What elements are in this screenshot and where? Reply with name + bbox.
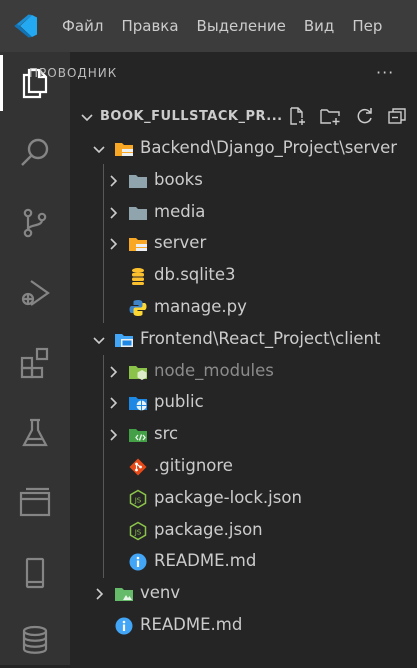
folder-server-icon <box>114 139 134 159</box>
menu-edit[interactable]: Правка <box>112 17 187 35</box>
folder-public-icon <box>128 393 148 413</box>
menu-go[interactable]: Пер <box>343 17 391 35</box>
chevron-right-icon[interactable] <box>106 428 120 442</box>
tree-item-label: public <box>154 392 204 412</box>
title-bar: Файл Правка Выделение Вид Пер <box>0 0 417 52</box>
folder-server-icon <box>128 234 148 254</box>
chevron-down-icon[interactable] <box>80 110 94 124</box>
more-actions-icon[interactable]: ··· <box>376 63 394 82</box>
refresh-icon[interactable] <box>354 104 376 128</box>
folder-node-icon <box>128 362 148 382</box>
nodejs-file-icon: JS <box>128 521 148 541</box>
menu-file[interactable]: Файл <box>52 17 112 35</box>
tree-item-label: books <box>154 169 203 189</box>
git-file-icon <box>128 457 148 477</box>
vscode-logo-icon <box>0 0 52 52</box>
tree-item[interactable]: .gitignore <box>70 451 417 483</box>
info-file-icon <box>128 552 148 572</box>
activity-bar <box>0 52 70 665</box>
tree-item[interactable]: server <box>70 228 417 260</box>
tree-item[interactable]: README.md <box>70 610 417 642</box>
tree-item[interactable]: JS package.json <box>70 515 417 547</box>
explorer-header: ПРОВОДНИК <box>29 66 118 80</box>
tree-item[interactable]: manage.py <box>70 292 417 324</box>
tree-item-label: package.json <box>154 519 263 539</box>
chevron-right-icon[interactable] <box>106 396 120 410</box>
device-icon[interactable] <box>0 545 70 601</box>
python-file-icon <box>128 298 148 318</box>
tree-item-label: media <box>154 201 206 221</box>
tree-item[interactable]: JS package-lock.json <box>70 483 417 515</box>
tree-item-label: README.md <box>140 615 243 634</box>
menu-selection[interactable]: Выделение <box>188 17 295 35</box>
chevron-down-icon[interactable] <box>92 142 106 156</box>
tree-item-label: package-lock.json <box>154 487 302 507</box>
tree-item[interactable]: node_modules <box>70 356 417 388</box>
testing-icon[interactable] <box>0 405 70 461</box>
svg-text:JS: JS <box>134 496 142 504</box>
tree-item-label: .gitignore <box>154 456 233 475</box>
menu-view[interactable]: Вид <box>295 17 343 35</box>
search-icon[interactable] <box>0 125 70 181</box>
new-file-icon[interactable] <box>286 104 308 128</box>
folder-venv-icon <box>114 584 134 604</box>
folder-icon <box>128 171 148 191</box>
chevron-right-icon[interactable] <box>92 587 106 601</box>
tree-item[interactable]: public <box>70 387 417 419</box>
info-file-icon <box>114 616 134 636</box>
chevron-down-icon[interactable] <box>92 333 106 347</box>
tree-item-label: db.sqlite3 <box>154 265 236 285</box>
chevron-right-icon[interactable] <box>106 237 120 251</box>
nodejs-file-icon: JS <box>128 489 148 509</box>
tree-item-label: venv <box>140 583 181 603</box>
tree-item[interactable]: Frontend\React_Project\client <box>70 324 417 356</box>
tree-item-label: server <box>154 233 207 253</box>
chevron-right-icon[interactable] <box>106 174 120 188</box>
folder-src-icon <box>128 425 148 445</box>
explorer-icon[interactable] <box>0 55 70 111</box>
collapse-all-icon[interactable] <box>386 104 408 128</box>
database-icon[interactable] <box>0 612 70 668</box>
folder-client-icon <box>114 330 134 350</box>
tree-item[interactable]: Backend\Django_Project\server <box>70 133 417 165</box>
tree-item[interactable]: README.md <box>70 546 417 578</box>
tree-item[interactable]: db.sqlite3 <box>70 260 417 292</box>
tree-item[interactable]: venv <box>70 578 417 610</box>
remote-explorer-icon[interactable] <box>0 475 70 531</box>
tree-item-label: README.md <box>154 551 257 571</box>
tree-item-label: src <box>154 424 179 444</box>
svg-text:JS: JS <box>134 528 142 536</box>
tree-item[interactable]: src <box>70 419 417 451</box>
tree-item-label: Backend\Django_Project\server <box>140 138 398 157</box>
run-debug-icon[interactable] <box>0 265 70 321</box>
new-folder-icon[interactable] <box>319 104 341 128</box>
source-control-icon[interactable] <box>0 195 70 251</box>
database-file-icon <box>128 266 148 286</box>
workspace-title: BOOK_FULLSTACK_PR... <box>100 109 283 124</box>
chevron-right-icon[interactable] <box>106 365 120 379</box>
tree-item-label: node_modules <box>154 360 274 380</box>
chevron-right-icon[interactable] <box>106 206 120 220</box>
tree-item[interactable]: media <box>70 197 417 229</box>
tree-item-label: Frontend\React_Project\client <box>140 328 381 348</box>
extensions-icon[interactable] <box>0 335 70 391</box>
tree-item[interactable]: books <box>70 165 417 197</box>
tree-item-label: manage.py <box>154 297 247 316</box>
folder-icon <box>128 203 148 223</box>
